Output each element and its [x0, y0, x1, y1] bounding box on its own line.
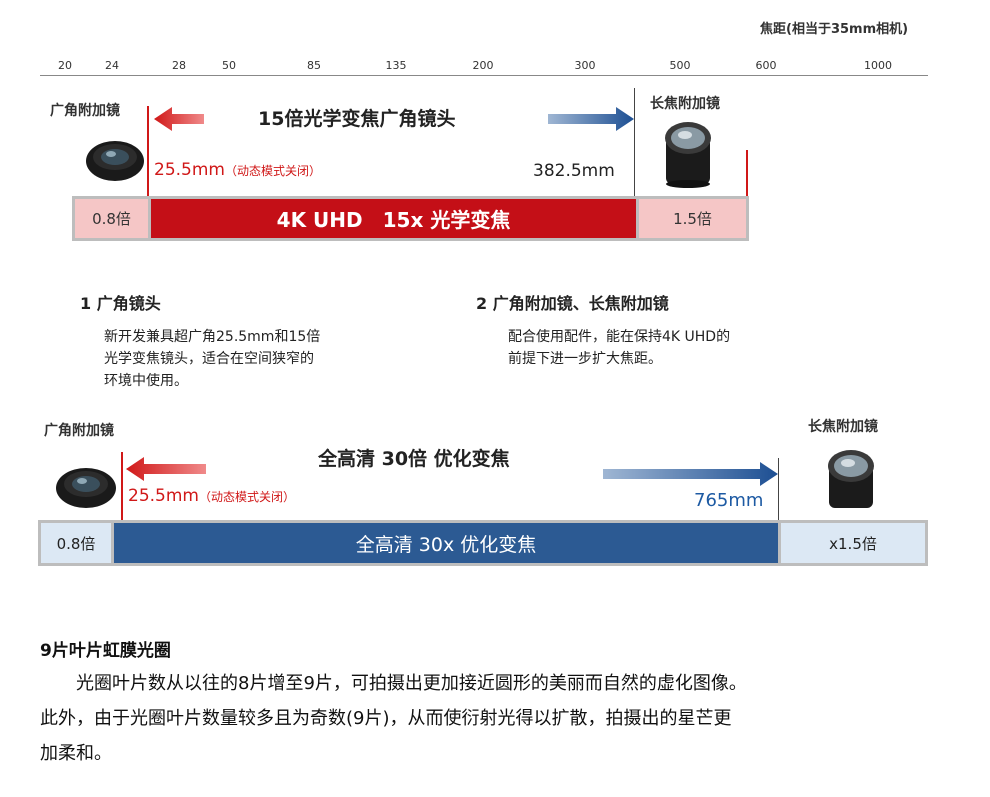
- feature-line: 新开发兼具超广角25.5mm和15倍: [104, 329, 321, 345]
- scale-tick: 20: [58, 59, 72, 72]
- wide-converter-label: 广角附加镜: [44, 423, 114, 439]
- feature-line: 前提下进一步扩大焦距。: [508, 351, 662, 367]
- diagram2-title: 全高清 30倍 优化变焦: [318, 448, 510, 470]
- scale-tick: 24: [105, 59, 119, 72]
- article-heading: 9片叶片虹膜光圈: [40, 641, 171, 661]
- wide-limit-line: [121, 452, 123, 522]
- tele-converter-lens-icon: [665, 122, 711, 188]
- scale-tick: 50: [222, 59, 236, 72]
- diagram2-zoom-bar: 0.8倍 全高清 30x 优化变焦 x1.5倍: [38, 520, 928, 566]
- tele-arrow-icon: [603, 462, 778, 486]
- tele-converter-label: 长焦附加镜: [650, 96, 720, 112]
- wide-converter-label: 广角附加镜: [50, 103, 120, 119]
- feature-line: 光学变焦镜头，适合在空间狭窄的: [104, 351, 314, 367]
- tele-converter-limit-line: [746, 150, 748, 198]
- scale-tick: 135: [385, 59, 407, 72]
- article-line: 此外，由于光圈叶片数量较多且为奇数(9片)，从而使衍射光得以扩散，拍摄出的星芒更: [40, 708, 732, 729]
- scale-tick: 300: [574, 59, 596, 72]
- diagram2-min-focal: 25.5mm（动态模式关闭）: [128, 486, 295, 506]
- scale-tick: 85: [307, 59, 321, 72]
- tele-limit-line: [778, 458, 779, 522]
- wide-converter-lens-icon: [86, 141, 144, 181]
- wide-converter-lens-icon: [56, 468, 116, 508]
- scale-tick: 1000: [864, 59, 892, 72]
- min-focal-value: 25.5mm: [128, 486, 199, 506]
- wide-factor-segment: 0.8倍: [75, 199, 148, 238]
- scale-tick: 500: [669, 59, 691, 72]
- article-body: 光圈叶片数从以往的8片增至9片，可拍摄出更加接近圆形的美丽而自然的虚化图像。 此…: [40, 666, 980, 771]
- article-line: 光圈叶片数从以往的8片增至9片，可拍摄出更加接近圆形的美丽而自然的虚化图像。: [40, 673, 747, 694]
- scale-tick: 200: [472, 59, 494, 72]
- optical-zoom-segment: 4K UHD 15x 光学变焦: [151, 199, 636, 238]
- diagram1-zoom-bar: 0.8倍 4K UHD 15x 光学变焦 1.5倍: [72, 196, 749, 241]
- scale-tick: 600: [755, 59, 777, 72]
- diagram1-title: 15倍光学变焦广角镜头: [258, 108, 456, 130]
- wide-factor-segment: 0.8倍: [41, 523, 111, 563]
- tele-limit-line: [634, 88, 635, 198]
- feature-heading: 2 广角附加镜、长焦附加镜: [476, 294, 669, 313]
- tele-factor-segment: x1.5倍: [781, 523, 925, 563]
- feature-heading: 1 广角镜头: [80, 294, 161, 313]
- feature-line: 环境中使用。: [104, 373, 188, 389]
- diagram1-min-focal: 25.5mm（动态模式关闭）: [154, 160, 321, 180]
- diagram1-max-focal: 382.5mm: [533, 161, 615, 181]
- feature-line: 配合使用配件，能在保持4K UHD的: [508, 329, 731, 345]
- optimized-zoom-segment: 全高清 30x 优化变焦: [114, 523, 778, 563]
- tele-converter-label: 长焦附加镜: [808, 419, 878, 435]
- diagram2-max-focal: 765mm: [694, 490, 764, 511]
- feature-description: 新开发兼具超广角25.5mm和15倍 光学变焦镜头，适合在空间狭窄的 环境中使用…: [104, 326, 320, 392]
- article-line: 加柔和。: [40, 743, 112, 764]
- min-focal-value: 25.5mm: [154, 160, 225, 180]
- tele-converter-lens-icon: [828, 450, 874, 508]
- wide-arrow-icon: [154, 107, 204, 131]
- tele-factor-segment: 1.5倍: [639, 199, 746, 238]
- feature-description: 配合使用配件，能在保持4K UHD的 前提下进一步扩大焦距。: [508, 326, 730, 370]
- scale-tick: 28: [172, 59, 186, 72]
- min-focal-note: （动态模式关闭）: [198, 490, 295, 504]
- wide-limit-line: [147, 106, 149, 198]
- tele-arrow-icon: [548, 107, 634, 131]
- focal-length-scale-title: 焦距(相当于35mm相机): [760, 22, 909, 37]
- scale-baseline: [40, 75, 928, 76]
- wide-arrow-icon: [126, 457, 206, 481]
- min-focal-note: （动态模式关闭）: [224, 164, 321, 178]
